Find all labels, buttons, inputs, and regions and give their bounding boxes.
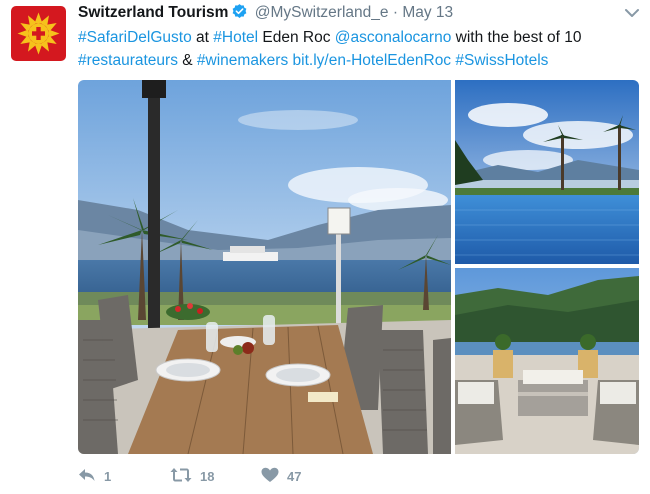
pool-palms-photo[interactable] xyxy=(455,80,639,264)
retweet-button[interactable]: 18 xyxy=(170,466,214,486)
like-count: 47 xyxy=(287,468,302,484)
like-button[interactable]: 47 xyxy=(261,466,301,486)
retweet-count: 18 xyxy=(200,468,215,484)
tweet-text-segment: Eden Roc xyxy=(258,29,335,46)
tweet-link[interactable]: #winemakers xyxy=(197,52,288,69)
header-separator: · xyxy=(392,4,398,21)
tweet-text-segment: with the best of 10 xyxy=(451,29,582,46)
tweet-link[interactable]: #SafariDelGusto xyxy=(78,29,192,46)
chevron-down-icon[interactable] xyxy=(624,6,640,24)
reply-icon xyxy=(78,467,96,486)
tweet-text-segment: at xyxy=(191,29,214,46)
tweet-link[interactable]: #Hotel xyxy=(213,29,258,46)
user-handle[interactable]: @MySwitzerland_e xyxy=(255,4,389,21)
avatar[interactable] xyxy=(11,6,66,61)
swiss-cross-sun-icon xyxy=(17,12,60,55)
reply-count: 1 xyxy=(104,468,112,484)
verified-badge-icon xyxy=(231,3,248,26)
tweet-text: #SafariDelGusto at #Hotel Eden Roc @asco… xyxy=(78,26,638,72)
display-name[interactable]: Switzerland Tourism xyxy=(78,4,228,21)
heart-icon xyxy=(261,467,279,486)
tweet-header: Switzerland Tourism @MySwitzerland_e · M… xyxy=(78,3,453,26)
media-grid xyxy=(78,80,639,454)
lounge-mountains-photo[interactable] xyxy=(455,268,639,454)
tweet-link[interactable]: #SwissHotels xyxy=(455,52,548,69)
tweet-text-segment: & xyxy=(177,52,197,69)
tweet-card[interactable]: Switzerland Tourism @MySwitzerland_e · M… xyxy=(0,0,650,494)
terrace-lake-photo[interactable] xyxy=(78,80,451,454)
tweet-link[interactable]: #restaurateurs xyxy=(78,52,178,69)
reply-button[interactable]: 1 xyxy=(78,466,111,486)
tweet-date[interactable]: May 13 xyxy=(402,4,453,21)
retweet-icon xyxy=(170,467,192,486)
tweet-link[interactable]: bit.ly/en-HotelEdenRoc xyxy=(293,52,452,69)
tweet-link[interactable]: @asconalocarno xyxy=(335,29,452,46)
